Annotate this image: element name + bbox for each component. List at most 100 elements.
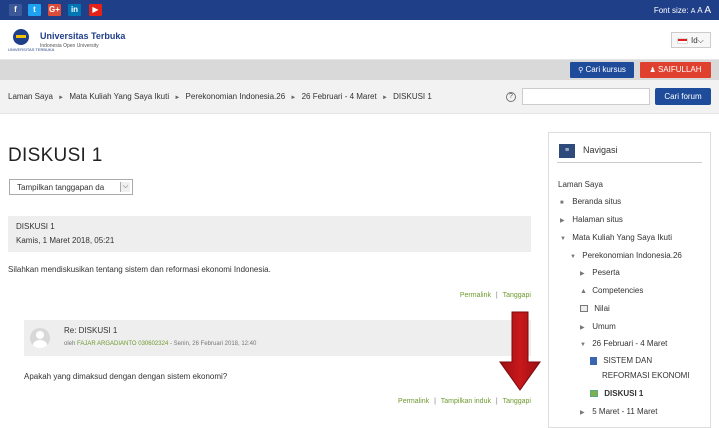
nav-item-label: 5 Maret - 11 Maret bbox=[592, 407, 658, 416]
search-courses-label: Cari kursus bbox=[585, 65, 626, 74]
nav-item-label: Peserta bbox=[592, 268, 620, 277]
user-icon: ♟ bbox=[649, 67, 656, 74]
chevron-down-icon: ▼ bbox=[560, 236, 566, 242]
breadcrumb-item-course[interactable]: Perekonomian Indonesia.26 bbox=[186, 92, 286, 101]
help-icon[interactable]: ? bbox=[506, 92, 516, 102]
nav-item-label: Nilai bbox=[594, 304, 610, 313]
nav-item-sistem-ekonomi-line2[interactable]: REFORMASI EKONOMI bbox=[602, 371, 690, 380]
chevron-right-icon: ▶ bbox=[580, 325, 585, 331]
breadcrumb-separator-icon: ► bbox=[58, 95, 65, 101]
nav-item-nilai[interactable]: Nilai bbox=[580, 304, 610, 313]
page-title: DISKUSI 1 bbox=[8, 145, 103, 166]
nav-item-halaman[interactable]: ▶ Halaman situs bbox=[560, 215, 623, 224]
nav-item-label: Umum bbox=[592, 322, 616, 331]
show-parent-link[interactable]: Tampilkan induk bbox=[441, 398, 491, 405]
chevron-down-icon: ⌵ bbox=[697, 36, 704, 45]
language-label: Id bbox=[691, 36, 698, 45]
reply-author-link[interactable]: FAJAR ARGADIANTO 030602324 bbox=[77, 341, 168, 347]
document-icon bbox=[590, 356, 597, 365]
reply-permalink-link[interactable]: Permalink bbox=[398, 398, 429, 405]
nav-item-label: Beranda situs bbox=[572, 197, 622, 206]
link-separator: | bbox=[495, 292, 498, 299]
chevron-right-icon: ▶ bbox=[580, 271, 585, 277]
nav-item-week-1[interactable]: ▼ 26 Februari - 4 Maret bbox=[580, 339, 667, 348]
reply-actions: Permalink | Tampilkan induk | Tanggapi bbox=[398, 398, 531, 405]
action-bar: ⚲ Cari kursus ♟ SAIFULLAH bbox=[0, 60, 719, 80]
chevron-down-icon: ▼ bbox=[580, 342, 586, 348]
breadcrumb-item-current[interactable]: DISKUSI 1 bbox=[393, 92, 432, 101]
search-icon: ⚲ bbox=[578, 67, 584, 74]
post-reply-link[interactable]: Tanggapi bbox=[503, 292, 531, 299]
indonesia-flag-icon bbox=[677, 38, 688, 44]
post-permalink-link[interactable]: Permalink bbox=[460, 292, 491, 299]
nav-item-label: REFORMASI EKONOMI bbox=[602, 371, 690, 380]
nav-item-week-2[interactable]: ▶ 5 Maret - 11 Maret bbox=[580, 407, 657, 416]
chevron-right-icon: ▶ bbox=[580, 410, 585, 416]
breadcrumb-item-mata-kuliah[interactable]: Mata Kuliah Yang Saya Ikuti bbox=[69, 92, 169, 101]
forum-icon bbox=[590, 390, 598, 398]
reply-date: - Senin, 26 Februari 2018, 12:40 bbox=[168, 341, 257, 347]
nav-item-peserta[interactable]: ▶ Peserta bbox=[580, 268, 620, 277]
breadcrumb: Laman Saya ► Mata Kuliah Yang Saya Ikuti… bbox=[8, 92, 432, 101]
chevron-right-icon: ▶ bbox=[560, 218, 565, 224]
red-arrow-annotation-icon bbox=[499, 311, 541, 391]
post-date: Kamis, 1 Maret 2018, 05:21 bbox=[16, 236, 115, 245]
nav-item-label: Perekonomian Indonesia.26 bbox=[582, 251, 682, 260]
youtube-icon[interactable]: ▶ bbox=[89, 4, 102, 16]
search-forum-button[interactable]: Cari forum bbox=[655, 88, 711, 105]
sitemap-icon: ≡ bbox=[559, 144, 575, 158]
post-body: Silahkan mendiskusikan tentang sistem da… bbox=[8, 265, 271, 274]
font-size-label: Font size: bbox=[653, 6, 689, 15]
brand-subtitle: Indonesia Open University bbox=[40, 43, 99, 49]
breadcrumb-item-laman-saya[interactable]: Laman Saya bbox=[8, 92, 53, 101]
top-social-bar: f t G+ in ▶ Font size: A A A bbox=[0, 0, 719, 20]
navigation-header: ≡ Navigasi bbox=[557, 141, 702, 163]
nav-item-competencies[interactable]: ▲ Competencies bbox=[580, 286, 643, 295]
navigation-block: ≡ Navigasi Laman Saya ■ Beranda situs ▶ … bbox=[548, 132, 711, 428]
university-logo-icon[interactable] bbox=[13, 29, 29, 45]
link-separator: | bbox=[495, 398, 498, 405]
search-forum-input[interactable] bbox=[522, 88, 650, 105]
user-name: SAIFULLAH bbox=[657, 65, 702, 74]
display-mode-select[interactable]: Tampilkan tanggapan da ⌵ bbox=[9, 179, 133, 195]
font-size-large-button[interactable]: A bbox=[704, 5, 711, 16]
nav-item-label: Laman Saya bbox=[558, 180, 603, 189]
nav-item-label: SISTEM DAN bbox=[603, 356, 653, 365]
reply-meta: oleh FAJAR ARGADIANTO 030602324 - Senin,… bbox=[64, 341, 256, 347]
language-selector[interactable]: Id⌵ bbox=[671, 32, 711, 48]
nav-item-label: DISKUSI 1 bbox=[604, 389, 644, 398]
navigation-title: Navigasi bbox=[583, 145, 618, 155]
post-subject: DISKUSI 1 bbox=[16, 222, 55, 231]
nav-item-diskusi-1[interactable]: DISKUSI 1 bbox=[590, 389, 643, 398]
search-courses-button[interactable]: ⚲ Cari kursus bbox=[570, 62, 634, 78]
font-size-small-button[interactable]: A bbox=[691, 8, 696, 15]
breadcrumb-item-week[interactable]: 26 Februari - 4 Maret bbox=[302, 92, 377, 101]
breadcrumb-separator-icon: ► bbox=[174, 95, 181, 101]
post-actions: Permalink | Tanggapi bbox=[460, 292, 531, 299]
nav-item-mata-kuliah[interactable]: ▼ Mata Kuliah Yang Saya Ikuti bbox=[560, 233, 672, 242]
nav-item-beranda[interactable]: ■ Beranda situs bbox=[560, 197, 621, 206]
bullet-icon: ■ bbox=[560, 200, 564, 206]
linkedin-icon[interactable]: in bbox=[68, 4, 81, 16]
nav-item-umum[interactable]: ▶ Umum bbox=[580, 322, 616, 331]
reply-by-label: oleh bbox=[64, 341, 76, 347]
reply-post-header: Re: DISKUSI 1 oleh FAJAR ARGADIANTO 0306… bbox=[24, 320, 531, 356]
chevron-down-icon: ▼ bbox=[570, 254, 576, 260]
nav-item-sistem-ekonomi[interactable]: SISTEM DAN bbox=[590, 356, 652, 365]
nav-item-course[interactable]: ▼ Perekonomian Indonesia.26 bbox=[570, 251, 682, 260]
reply-subject: Re: DISKUSI 1 bbox=[64, 326, 118, 335]
grades-table-icon bbox=[580, 305, 588, 313]
nav-item-laman-saya[interactable]: Laman Saya bbox=[558, 180, 603, 189]
google-plus-icon[interactable]: G+ bbox=[48, 4, 61, 16]
twitter-icon[interactable]: t bbox=[28, 4, 41, 16]
font-size-medium-button[interactable]: A bbox=[697, 6, 702, 15]
reply-reply-link[interactable]: Tanggapi bbox=[503, 398, 531, 405]
facebook-icon[interactable]: f bbox=[9, 4, 22, 16]
nav-item-label: Mata Kuliah Yang Saya Ikuti bbox=[572, 233, 672, 242]
nav-item-label: Competencies bbox=[592, 286, 644, 295]
user-menu-button[interactable]: ♟ SAIFULLAH bbox=[640, 62, 711, 78]
avatar[interactable] bbox=[30, 328, 50, 348]
nav-item-label: 26 Februari - 4 Maret bbox=[592, 339, 668, 348]
chevron-down-icon: ⌵ bbox=[120, 182, 130, 192]
brand-name[interactable]: Universitas Terbuka bbox=[40, 31, 125, 41]
